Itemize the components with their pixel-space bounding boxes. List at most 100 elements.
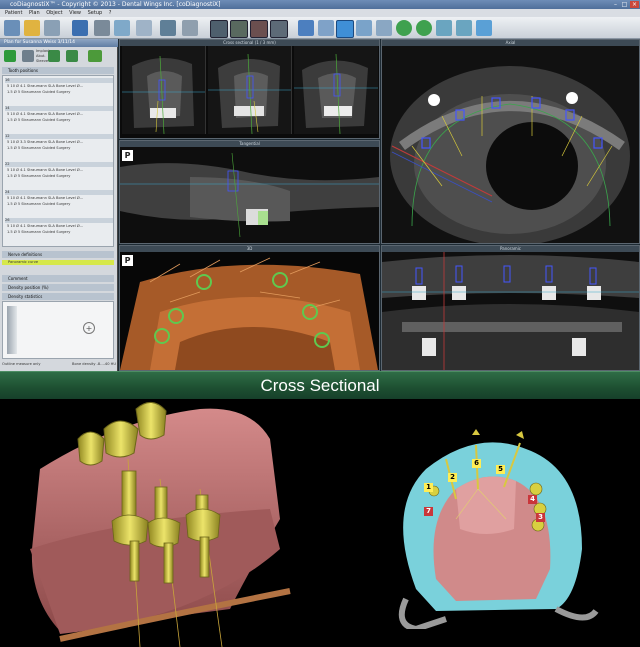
tooth-positions-header[interactable]: Tooth positions — [2, 67, 114, 74]
app-window: coDiagnostiX™ - Copyright © 2013 - Denta… — [0, 0, 640, 371]
list-item[interactable]: 14 5 10 Ø 4.1 Straumann SLA Bone Level Ø… — [3, 106, 113, 132]
implant-position: 24 — [5, 190, 113, 195]
layout-2-icon[interactable] — [230, 20, 248, 38]
cross-sectional-view[interactable]: Cross sectional (1 / 3 mm) — [119, 39, 380, 139]
menu-view[interactable]: View — [69, 10, 81, 16]
add-point-icon[interactable]: + — [83, 322, 95, 334]
p-badge: P — [122, 150, 133, 161]
implant-line: 5 10 Ø 3.3 Straumann SLA Bone Level Ø... — [7, 140, 84, 144]
density-position-header[interactable]: Density position (%) — [2, 284, 114, 291]
title-bar: coDiagnostiX™ - Copyright © 2013 - Denta… — [0, 0, 640, 9]
implant-label: 1 — [424, 483, 433, 492]
density-statistics-header[interactable]: Density statistics — [2, 293, 114, 300]
implant-line: 5 10 Ø 4.1 Straumann SLA Bone Level Ø... — [7, 224, 84, 228]
tools-icon[interactable] — [182, 20, 198, 36]
axial-view[interactable]: Axial — [381, 39, 640, 244]
implant-line: 5 10 Ø 4.1 Straumann SLA Bone Level Ø... — [7, 84, 84, 88]
panoramic-curve-item[interactable]: Panoramic curve — [2, 260, 114, 265]
sleeve-line: 1.5 Ø 5 Straumann Guided Surgery — [7, 174, 71, 178]
open-folder-icon[interactable] — [24, 20, 40, 36]
scan-import-icon[interactable] — [114, 20, 130, 36]
sleeve-line: 1.5 Ø 5 Straumann Guided Surgery — [7, 146, 71, 150]
tangential-view[interactable]: Tangential P — [119, 140, 380, 244]
sleeve-line: 1.5 Ø 5 Straumann Guided Surgery — [7, 90, 71, 94]
status-density: Bone density -8...-40 HU — [72, 362, 116, 366]
implant-position: 22 — [5, 162, 113, 167]
add-implant-icon[interactable] — [4, 50, 16, 62]
density-chart: + — [2, 301, 114, 359]
implant-line: 5 10 Ø 4.1 Straumann SLA Bone Level Ø... — [7, 196, 84, 200]
bottom-panel: 1 2 6 5 4 3 7 — [0, 399, 640, 647]
tools-implant-icon[interactable] — [66, 50, 78, 62]
implant-label: 3 — [536, 513, 545, 522]
list-item[interactable]: 26 5 10 Ø 4.1 Straumann SLA Bone Level Ø… — [3, 218, 113, 244]
menu-bar: Patient Plan Object View Setup ? — [0, 9, 640, 17]
maximize-icon[interactable]: □ — [620, 1, 629, 8]
density-profile — [7, 306, 17, 354]
implant-label: 7 — [424, 507, 433, 516]
implant-position: 12 — [5, 134, 113, 139]
list-item[interactable]: 22 5 10 Ø 4.1 Straumann SLA Bone Level Ø… — [3, 162, 113, 188]
3d-bone-model — [120, 252, 379, 370]
axial-image — [382, 46, 639, 243]
cross-sectional-banner: Cross Sectional — [0, 371, 640, 399]
p-badge: P — [122, 255, 133, 266]
print-icon[interactable] — [136, 20, 152, 36]
implant-list: 16 5 10 Ø 4.1 Straumann SLA Bone Level Ø… — [2, 75, 114, 247]
cross-slice[interactable] — [208, 46, 292, 134]
panoramic-view[interactable]: Panoramic — [381, 245, 640, 371]
move-icon[interactable] — [476, 20, 492, 36]
list-item[interactable]: 12 5 10 Ø 3.3 Straumann SLA Bone Level Ø… — [3, 134, 113, 160]
list-item[interactable]: 16 5 10 Ø 4.1 Straumann SLA Bone Level Ø… — [3, 78, 113, 104]
implant-crown-model — [30, 402, 291, 647]
implant-label: 6 — [472, 459, 481, 468]
menu-help[interactable]: ? — [109, 10, 112, 16]
case-tool-icon[interactable] — [44, 20, 60, 36]
new-case-icon[interactable] — [4, 20, 20, 36]
implant-position: 26 — [5, 218, 113, 223]
redo-icon[interactable] — [416, 20, 432, 36]
label-sleeve: Sleeve — [36, 59, 49, 63]
settings-icon[interactable] — [160, 20, 176, 36]
sleeve-line: 1.5 Ø 5 Straumann Guided Surgery — [7, 118, 71, 122]
measure-icon[interactable] — [356, 20, 372, 36]
panoramic-image — [382, 252, 639, 370]
implant-line: 5 10 Ø 4.1 Straumann SLA Bone Level Ø... — [7, 168, 84, 172]
list-item[interactable]: 24 5 10 Ø 4.1 Straumann SLA Bone Level Ø… — [3, 190, 113, 216]
sleeve-line: 1.5 Ø 5 Straumann Guided Surgery — [7, 202, 71, 206]
nerve-definitions-header[interactable]: Nerve definitions — [2, 251, 114, 258]
pan-icon[interactable] — [456, 20, 472, 36]
export-icon[interactable] — [94, 20, 110, 36]
menu-patient[interactable]: Patient — [5, 10, 22, 16]
plan-panel: Plan for Susanna Weiss 3/11/14 Implant A… — [0, 39, 118, 371]
cursor-tool-icon[interactable] — [298, 20, 314, 36]
layout-1-icon[interactable] — [210, 20, 228, 38]
undo-icon[interactable] — [396, 20, 412, 36]
3d-view[interactable]: 3D P — [119, 245, 380, 371]
remove-implant-icon[interactable] — [88, 50, 102, 62]
zoom-tool-icon[interactable] — [318, 20, 334, 36]
layout-3-icon[interactable] — [250, 20, 268, 38]
sleeve-line: 1.5 Ø 5 Straumann Guided Surgery — [7, 230, 71, 234]
minimize-icon[interactable]: – — [611, 1, 620, 8]
cross-slice[interactable] — [122, 46, 206, 134]
layout-4-icon[interactable] — [270, 20, 288, 38]
toolbar — [0, 17, 640, 39]
tangential-image — [120, 147, 379, 243]
save-icon[interactable] — [72, 20, 88, 36]
cross-slice[interactable] — [294, 46, 378, 134]
implant-label: 2 — [448, 473, 457, 482]
rotate-icon[interactable] — [436, 20, 452, 36]
comment-header[interactable]: Comment — [2, 275, 114, 282]
implant-tool-icon[interactable] — [22, 50, 34, 62]
occlusal-model — [398, 429, 599, 629]
menu-object[interactable]: Object — [46, 10, 62, 16]
select-tool-icon[interactable] — [336, 20, 354, 38]
close-icon[interactable]: × — [630, 1, 639, 8]
plan-title: Plan for Susanna Weiss 3/11/14 — [0, 39, 118, 47]
implant-position: 14 — [5, 106, 113, 111]
menu-plan[interactable]: Plan — [29, 10, 40, 16]
menu-setup[interactable]: Setup — [88, 10, 103, 16]
annotation-icon[interactable] — [376, 20, 392, 36]
implant-line: 5 10 Ø 4.1 Straumann SLA Bone Level Ø... — [7, 112, 84, 116]
